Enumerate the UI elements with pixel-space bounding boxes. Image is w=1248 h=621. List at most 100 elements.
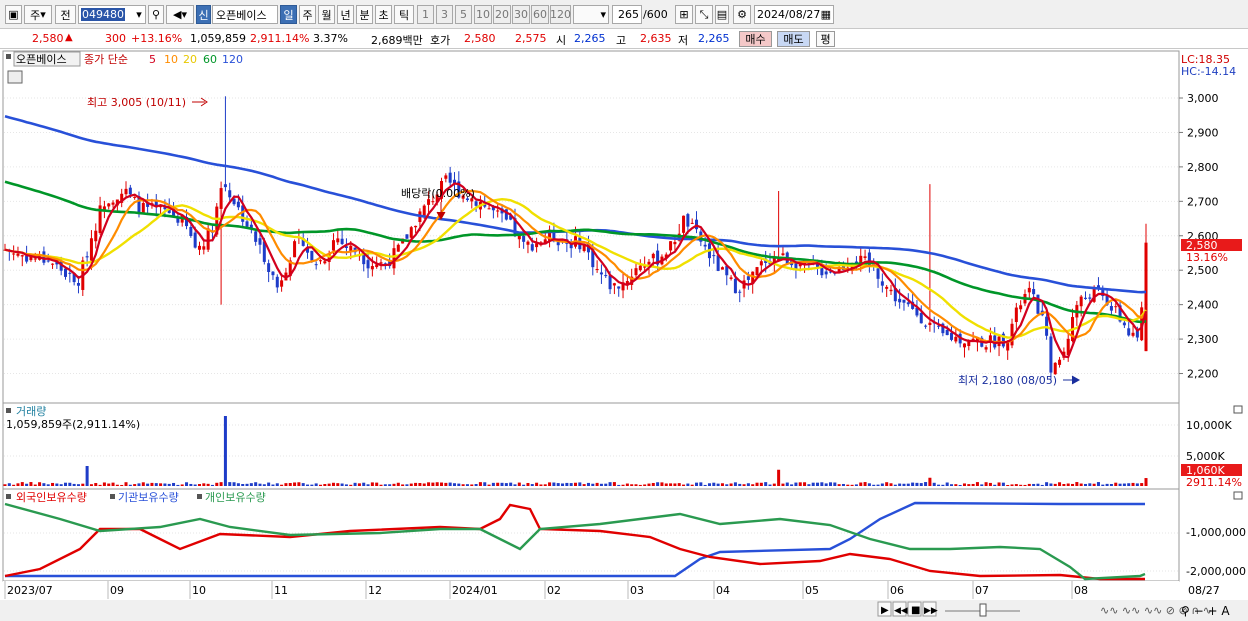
candle-body <box>703 244 707 247</box>
draw-tool-icon[interactable]: ⤡ <box>695 5 713 24</box>
sound-icon[interactable]: ◀▾ <box>166 5 194 24</box>
volume-panel-close-icon[interactable] <box>1233 405 1243 414</box>
volume-bar <box>846 484 850 486</box>
table-icon[interactable] <box>7 70 23 84</box>
buy-button[interactable]: 매수 <box>739 31 772 47</box>
period-day-button[interactable]: 일 <box>280 5 297 24</box>
interval-10-button[interactable]: 10 <box>474 5 492 24</box>
volume-bar <box>154 483 158 486</box>
zoom-icon[interactable]: ⚲ − + A <box>1181 604 1230 618</box>
count-total: /600 <box>643 8 668 21</box>
volume-bar <box>824 483 828 486</box>
x-tick-label: 11 <box>274 584 288 597</box>
market-select[interactable]: 주 ▾ <box>24 5 52 24</box>
volume-bar <box>630 484 634 486</box>
candle-body <box>487 208 491 210</box>
stock-chart[interactable]: 3,0002,9002,8002,7002,6002,5002,4002,300… <box>0 49 1248 621</box>
volume-bar <box>945 482 949 486</box>
volume-bar <box>465 484 469 486</box>
forward-icon[interactable]: ▶▶ <box>924 606 938 616</box>
volume-bar <box>349 484 353 486</box>
volume-bar <box>854 484 858 486</box>
chart-type-icon[interactable]: ⊞ <box>675 5 693 24</box>
candle-body <box>275 276 279 288</box>
volume-bar <box>764 482 768 486</box>
candle-body <box>1053 362 1057 375</box>
rewind-icon[interactable]: ◀◀ <box>894 606 908 616</box>
candle-body <box>967 341 971 347</box>
count-input[interactable]: 265 <box>612 5 642 24</box>
candle-body <box>647 261 651 265</box>
volume-bar <box>38 482 42 486</box>
period-month-button[interactable]: 월 <box>318 5 335 24</box>
volume-bar <box>55 483 59 486</box>
candle-body <box>128 187 132 195</box>
volume-bar <box>115 484 119 486</box>
candle-body <box>392 248 396 269</box>
play-icon[interactable]: ▶ <box>881 605 889 616</box>
volume-bar <box>1045 482 1049 486</box>
volume-bar <box>89 484 93 486</box>
interval-5-button[interactable]: 5 <box>455 5 472 24</box>
volume-bar <box>1144 478 1148 486</box>
code-dropdown-icon[interactable]: ▾ <box>132 5 146 24</box>
candle-body <box>422 205 426 216</box>
volume-bar <box>617 484 621 486</box>
new-badge[interactable]: 신 <box>196 5 211 24</box>
candle-body <box>984 347 988 350</box>
candle-body <box>1127 328 1131 336</box>
interval-20-button[interactable]: 20 <box>493 5 511 24</box>
candle-body <box>1036 294 1040 314</box>
candle-body <box>686 214 690 227</box>
volume-bar <box>280 484 284 486</box>
period-minute-button[interactable]: 분 <box>356 5 373 24</box>
candle-body <box>236 201 240 208</box>
date-input[interactable]: 2024/08/27 ▦ <box>754 5 834 24</box>
period-week-button[interactable]: 주 <box>299 5 316 24</box>
sell-button[interactable]: 매도 <box>777 31 810 47</box>
interval-custom-select[interactable]: ▾ <box>573 5 609 24</box>
period-tick-button[interactable]: 틱 <box>394 5 414 24</box>
volume-bar <box>625 483 629 486</box>
high-price: 2,635 <box>640 32 672 45</box>
volume-bar <box>12 484 16 486</box>
interval-60-button[interactable]: 60 <box>531 5 549 24</box>
volume-bar <box>323 484 327 486</box>
candle-body <box>414 225 418 228</box>
volume-bar <box>366 484 370 486</box>
volume-bar <box>729 483 733 486</box>
interval-30-button[interactable]: 30 <box>512 5 530 24</box>
candle-body <box>323 261 327 264</box>
period-second-button[interactable]: 초 <box>375 5 392 24</box>
candle-body <box>245 221 249 227</box>
interval-3-button[interactable]: 3 <box>436 5 453 24</box>
volume-bar <box>669 483 673 486</box>
interval-1-button[interactable]: 1 <box>417 5 434 24</box>
save-icon[interactable]: ▤ <box>715 5 729 24</box>
current-pct-tag: 13.16% <box>1186 251 1228 264</box>
candle-body <box>396 244 400 252</box>
period-year-button[interactable]: 년 <box>337 5 354 24</box>
volume-bar <box>72 483 76 486</box>
volume-bar <box>746 483 750 486</box>
gear-icon[interactable]: ⚙ <box>733 5 751 24</box>
interval-120-button[interactable]: 120 <box>550 5 571 24</box>
holdings-panel-close-icon[interactable] <box>1233 491 1243 500</box>
calendar-icon[interactable]: ▦ <box>821 8 831 21</box>
current-price: 2,580 <box>32 32 64 45</box>
chart-menu-icon[interactable]: ▣ <box>5 5 22 24</box>
y-tick-label: 2,900 <box>1187 126 1219 139</box>
candle-body <box>228 190 232 198</box>
candle-body <box>1032 288 1036 295</box>
volume-bar <box>275 483 279 486</box>
eval-button[interactable]: 평 <box>816 31 835 47</box>
prev-code-button[interactable]: 전 <box>55 5 76 24</box>
volume-value: 1,059,859 <box>190 32 246 45</box>
search-icon[interactable]: ⚲ <box>148 5 164 24</box>
volume-bar <box>785 482 789 486</box>
stop-icon[interactable]: ■ <box>911 605 920 616</box>
volume-bar <box>1019 484 1023 486</box>
volume-bar <box>755 482 759 486</box>
scroll-handle[interactable] <box>979 603 987 617</box>
volume-bar <box>543 484 547 486</box>
